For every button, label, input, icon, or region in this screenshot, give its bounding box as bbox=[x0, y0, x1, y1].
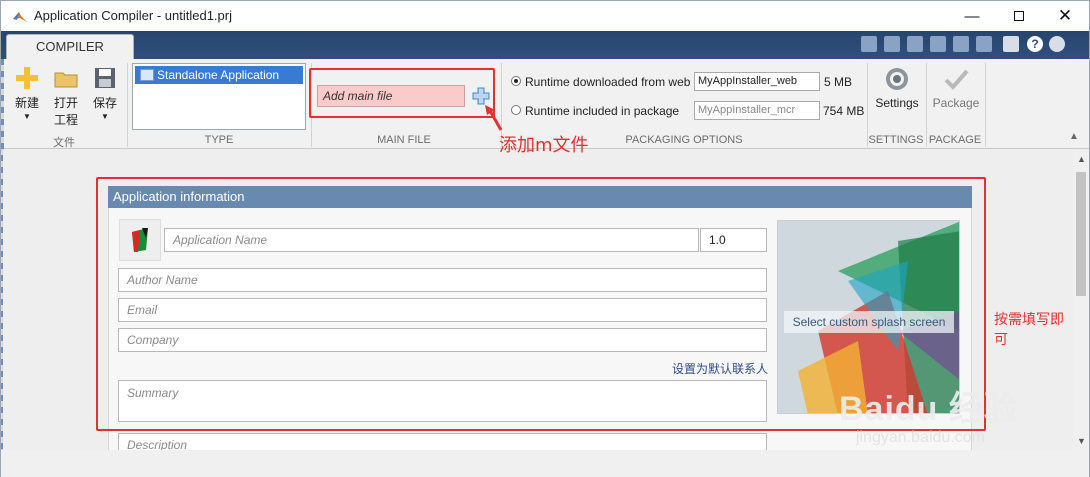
new-button[interactable]: 新建 ▼ bbox=[12, 65, 42, 121]
floppy-save-icon bbox=[95, 68, 115, 88]
package-button[interactable]: Package bbox=[930, 65, 982, 110]
gear-icon bbox=[886, 68, 908, 90]
maximize-icon bbox=[1014, 11, 1024, 21]
annotation-arrow-icon bbox=[485, 105, 503, 131]
plus-new-icon bbox=[16, 67, 38, 89]
runtime-web-label: Runtime downloaded from web bbox=[525, 75, 691, 89]
application-compiler-window: Application Compiler - untitled1.prj — ✕… bbox=[0, 0, 1090, 477]
type-list[interactable]: Standalone Application bbox=[132, 63, 306, 130]
package-size: 754 MB bbox=[823, 104, 865, 118]
copy-icon[interactable] bbox=[907, 36, 923, 52]
tab-compiler[interactable]: COMPILER bbox=[6, 34, 134, 60]
type-section-label: TYPE bbox=[204, 134, 234, 146]
runtime-web-radio[interactable] bbox=[511, 76, 521, 86]
folder-icon bbox=[54, 72, 78, 88]
chevron-down-icon: ▼ bbox=[101, 112, 109, 121]
bottom-bar bbox=[1, 450, 1089, 477]
package-label: Package bbox=[932, 96, 980, 110]
scroll-up-icon[interactable]: ▲ bbox=[1077, 154, 1086, 164]
redo-icon[interactable] bbox=[976, 36, 992, 52]
matlab-logo-icon bbox=[13, 12, 27, 22]
cut-icon[interactable] bbox=[884, 36, 900, 52]
file-section-label: 文件 bbox=[53, 137, 75, 149]
divider bbox=[985, 63, 986, 147]
settings-button[interactable]: Settings bbox=[871, 65, 923, 110]
save-button[interactable]: 保存 ▼ bbox=[90, 65, 120, 121]
runtime-package-label: Runtime included in package bbox=[525, 104, 680, 118]
options-dropdown-icon[interactable] bbox=[1049, 36, 1065, 52]
annotation-line-2: 可 bbox=[994, 332, 1008, 348]
layout-icon[interactable] bbox=[1003, 36, 1019, 52]
annotation-line-1: 按需填写即 bbox=[994, 312, 1064, 328]
scrollbar-thumb[interactable] bbox=[1076, 172, 1086, 296]
scroll-down-icon[interactable]: ▼ bbox=[1077, 436, 1086, 446]
settings-label: Settings bbox=[875, 96, 919, 110]
settings-section-label: SETTINGS bbox=[868, 134, 924, 146]
undo-icon[interactable] bbox=[953, 36, 969, 52]
close-button[interactable]: ✕ bbox=[1042, 1, 1088, 31]
baidu-watermark: Baidu 经验 bbox=[839, 390, 1019, 428]
chevron-down-icon: ▼ bbox=[23, 112, 31, 121]
runtime-package-radio[interactable] bbox=[511, 105, 521, 115]
maximize-button[interactable] bbox=[996, 1, 1042, 31]
vertical-scrollbar[interactable]: ▲ ▼ bbox=[1073, 150, 1089, 450]
help-icon[interactable]: ? bbox=[1027, 36, 1043, 52]
watermark-url: jingyan.baidu.com bbox=[856, 429, 985, 446]
save-label: 保存 bbox=[92, 96, 117, 110]
title-bar: Application Compiler - untitled1.prj — ✕ bbox=[1, 1, 1089, 31]
save-quick-icon[interactable] bbox=[861, 36, 877, 52]
main-file-section-label: MAIN FILE bbox=[377, 134, 431, 146]
package-section-label: PACKAGE bbox=[928, 134, 982, 146]
minimize-button[interactable]: — bbox=[949, 1, 995, 31]
package-installer-name-field[interactable]: MyAppInstaller_mcr bbox=[694, 101, 820, 120]
open-label-2: 工程 bbox=[53, 113, 78, 127]
paste-icon[interactable] bbox=[930, 36, 946, 52]
toolstrip-tab-bar: COMPILER ? bbox=[1, 31, 1089, 60]
type-item-standalone[interactable]: Standalone Application bbox=[135, 66, 303, 84]
window-title: Application Compiler - untitled1.prj bbox=[34, 8, 232, 23]
open-project-button[interactable]: 打开 工程 bbox=[51, 65, 81, 128]
application-window-icon bbox=[140, 69, 154, 81]
annotation-add-m-file: 添加m文件 bbox=[499, 135, 589, 156]
checkmark-package-icon bbox=[944, 69, 969, 90]
new-label: 新建 bbox=[14, 96, 39, 110]
web-installer-name-field[interactable]: MyAppInstaller_web bbox=[694, 72, 820, 91]
highlight-main-file bbox=[309, 68, 495, 118]
type-item-label: Standalone Application bbox=[157, 68, 280, 82]
open-label-1: 打开 bbox=[53, 96, 78, 110]
collapse-ribbon-icon[interactable]: ▲ bbox=[1069, 131, 1079, 142]
web-size: 5 MB bbox=[824, 75, 853, 89]
annotation-fill-as-needed: 按需填写即 可 bbox=[994, 310, 1064, 350]
